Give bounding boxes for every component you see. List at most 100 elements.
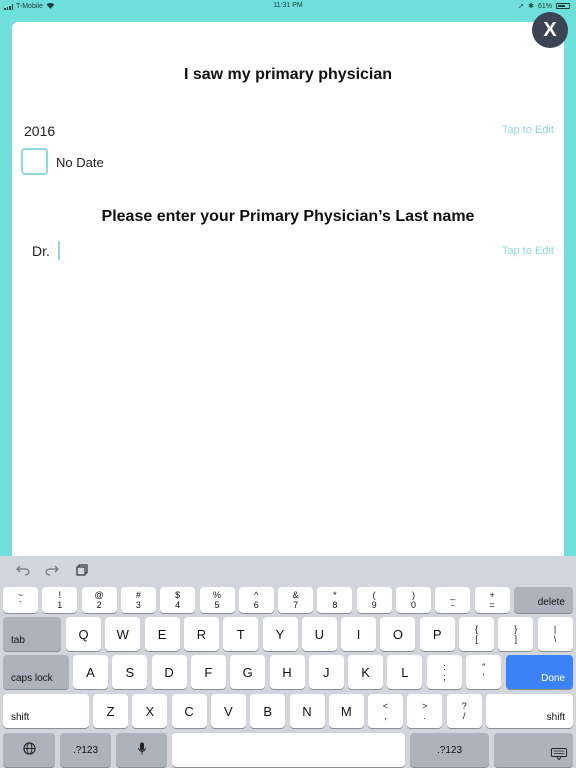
number-key-bottom: 4 bbox=[175, 600, 181, 610]
physician-name-input[interactable] bbox=[58, 241, 60, 260]
year-tap-to-edit[interactable]: Tap to Edit bbox=[502, 124, 554, 136]
caps-lock-key[interactable]: caps lock bbox=[3, 655, 69, 689]
year-value[interactable]: 2016 bbox=[24, 123, 55, 139]
letter-key[interactable]: P bbox=[419, 617, 455, 651]
no-date-label: No Date bbox=[56, 155, 104, 170]
letter-key[interactable]: W bbox=[105, 617, 141, 651]
dictation-key[interactable] bbox=[116, 733, 167, 767]
symbol-key-label: <, bbox=[383, 701, 388, 721]
clock: 11:31 PM bbox=[273, 2, 303, 9]
number-key-bottom: 7 bbox=[293, 600, 299, 610]
redo-icon[interactable] bbox=[45, 564, 59, 579]
no-date-checkbox[interactable] bbox=[21, 148, 48, 175]
number-key[interactable]: ^ 6 bbox=[238, 587, 274, 613]
globe-icon bbox=[22, 742, 36, 758]
number-key-label: $4 bbox=[175, 590, 180, 610]
letter-key[interactable]: K bbox=[348, 655, 384, 689]
number-key-top: ~ bbox=[17, 590, 24, 600]
symbol-key[interactable]: ? / bbox=[446, 694, 482, 728]
letter-key[interactable]: G bbox=[230, 655, 266, 689]
number-key[interactable]: * 8 bbox=[317, 587, 353, 613]
letter-key[interactable]: M bbox=[328, 694, 364, 728]
number-key-label: _ - bbox=[450, 590, 455, 610]
close-button[interactable]: X bbox=[532, 12, 568, 48]
tab-key[interactable]: tab bbox=[3, 617, 61, 651]
number-key-bottom: 8 bbox=[332, 600, 338, 610]
letter-key[interactable]: Q bbox=[66, 617, 101, 651]
symbol-key[interactable]: | \ bbox=[537, 617, 573, 651]
number-key-top: ( bbox=[372, 590, 376, 600]
letter-key[interactable]: U bbox=[301, 617, 337, 651]
number-key[interactable]: #3 bbox=[120, 587, 156, 613]
letter-key[interactable]: V bbox=[210, 694, 246, 728]
number-key[interactable]: ) 0 bbox=[396, 587, 431, 613]
symbol-key-bottom: ] bbox=[514, 634, 518, 644]
hide-keyboard-key[interactable] bbox=[494, 733, 573, 767]
globe-key[interactable] bbox=[3, 733, 55, 767]
symbol-key-label: }] bbox=[514, 624, 517, 644]
number-key[interactable]: ! 1 bbox=[42, 587, 78, 613]
letter-key[interactable]: J bbox=[308, 655, 344, 689]
letter-key[interactable]: O bbox=[380, 617, 416, 651]
undo-icon[interactable] bbox=[16, 564, 30, 579]
number-key[interactable]: + = bbox=[474, 587, 510, 613]
shift-left-key[interactable]: shift bbox=[3, 694, 89, 728]
number-key[interactable]: $4 bbox=[160, 587, 196, 613]
symbol-key[interactable]: {[ bbox=[459, 617, 494, 651]
symbol-key-label: | \ bbox=[554, 624, 557, 644]
number-key-bottom: = bbox=[489, 600, 495, 610]
symbol-key-label: " ' bbox=[482, 662, 485, 682]
letter-key[interactable]: H bbox=[269, 655, 305, 689]
symbol-key[interactable]: :; bbox=[427, 655, 462, 689]
number-key[interactable]: ~ ` bbox=[3, 587, 38, 613]
symbol-key-top: " bbox=[482, 662, 486, 672]
letter-key[interactable]: T bbox=[223, 617, 259, 651]
letter-key[interactable]: I bbox=[341, 617, 377, 651]
page-title: I saw my primary physician bbox=[183, 66, 393, 83]
number-key-bottom: 5 bbox=[214, 600, 220, 610]
letter-key[interactable]: A bbox=[73, 655, 108, 689]
done-key[interactable]: Done bbox=[506, 655, 573, 689]
clipboard-icon[interactable] bbox=[76, 564, 88, 579]
letter-key[interactable]: F bbox=[190, 655, 226, 689]
letter-key[interactable]: Y bbox=[262, 617, 298, 651]
keyboard-dismiss-icon bbox=[551, 748, 567, 763]
delete-key[interactable]: delete bbox=[514, 587, 573, 613]
number-key-bottom: ` bbox=[18, 600, 22, 610]
numbers-key-right[interactable]: .?123 bbox=[410, 733, 489, 767]
number-key-bottom: 2 bbox=[96, 600, 102, 610]
number-key[interactable]: _ - bbox=[435, 587, 471, 613]
symbol-key-top: > bbox=[422, 701, 428, 711]
letter-key[interactable]: D bbox=[151, 655, 187, 689]
symbol-key[interactable]: <, bbox=[368, 694, 403, 728]
symbol-key-bottom: . bbox=[423, 711, 427, 721]
letter-key[interactable]: S bbox=[112, 655, 148, 689]
letter-key[interactable]: E bbox=[144, 617, 180, 651]
symbol-key-bottom: \ bbox=[553, 634, 557, 644]
letter-key[interactable]: L bbox=[387, 655, 423, 689]
letter-key[interactable]: B bbox=[250, 694, 286, 728]
number-key[interactable]: (9 bbox=[356, 587, 392, 613]
space-key[interactable] bbox=[172, 733, 405, 767]
number-key-label: #3 bbox=[136, 590, 141, 610]
shift-right-key[interactable]: shift bbox=[486, 694, 573, 728]
letter-key[interactable]: R bbox=[183, 617, 219, 651]
symbol-key-bottom: / bbox=[462, 711, 466, 721]
physician-tap-to-edit[interactable]: Tap to Edit bbox=[502, 245, 554, 257]
letter-key[interactable]: X bbox=[132, 694, 168, 728]
number-key-label: @2 bbox=[95, 590, 104, 610]
number-key[interactable]: & 7 bbox=[278, 587, 314, 613]
symbol-key[interactable]: >. bbox=[407, 694, 443, 728]
letter-key[interactable]: C bbox=[171, 694, 207, 728]
number-key[interactable]: @2 bbox=[81, 587, 117, 613]
letter-key[interactable]: Z bbox=[93, 694, 128, 728]
symbol-key-label: {[ bbox=[475, 624, 478, 644]
numbers-key-left[interactable]: .?123 bbox=[60, 733, 111, 767]
symbol-key[interactable]: " ' bbox=[466, 655, 502, 689]
number-key-label: % 5 bbox=[213, 590, 221, 610]
number-key-top: ! bbox=[58, 590, 62, 600]
number-key-label: ) 0 bbox=[411, 590, 416, 610]
symbol-key[interactable]: }] bbox=[498, 617, 534, 651]
number-key[interactable]: % 5 bbox=[199, 587, 235, 613]
letter-key[interactable]: N bbox=[289, 694, 325, 728]
